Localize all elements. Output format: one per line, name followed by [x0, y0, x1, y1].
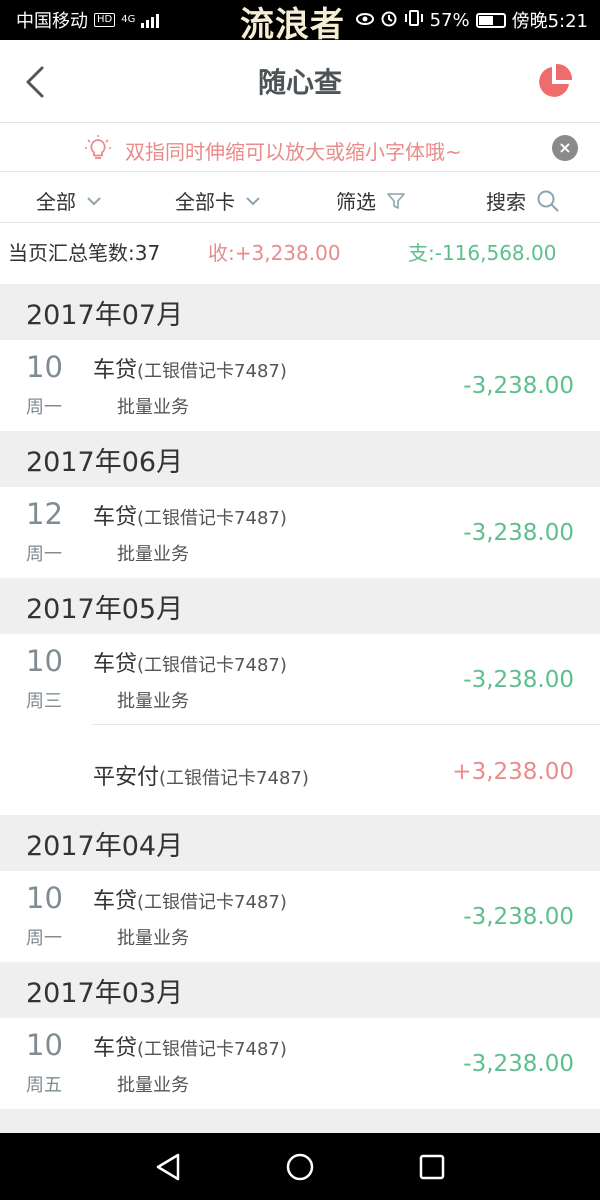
transaction-list: 2017年07月 10 周一 车贷(工银借记卡7487) 批量业务 -3,238…: [0, 284, 600, 1139]
transaction-title: 车贷(工银借记卡7487): [93, 499, 287, 531]
app-header: 随心查: [0, 40, 600, 123]
hd-badge: HD: [94, 13, 116, 27]
filter-cards-label: 全部卡: [175, 190, 235, 214]
transaction-name: 车贷: [93, 1036, 138, 1061]
transaction-weekday: 周五: [26, 1075, 62, 1096]
month-header: 2017年07月: [0, 284, 600, 340]
transaction-card: (工银借记卡7487): [137, 892, 287, 913]
month-header: 2017年04月: [0, 815, 600, 871]
filter-button[interactable]: 筛选: [336, 186, 406, 215]
chevron-down-icon: [87, 196, 101, 205]
pie-chart-icon[interactable]: [534, 62, 574, 102]
summary-expense: 支:-116,568.00: [408, 241, 557, 265]
transaction-title: 车贷(工银借记卡7487): [93, 646, 287, 678]
transaction-row[interactable]: 10 周五 车贷(工银借记卡7487) 批量业务 -3,238.00: [0, 1018, 600, 1109]
status-bar: 中国移动 HD 4G 流浪者 57% 傍晚5:21: [0, 0, 600, 45]
page-summary: 当页汇总笔数:37 收:+3,238.00 支:-116,568.00: [0, 224, 600, 284]
transaction-card: (工银借记卡7487): [137, 361, 287, 382]
month-header: 2017年03月: [0, 962, 600, 1018]
month-header: 2017年06月: [0, 431, 600, 487]
transaction-type: 批量业务: [117, 928, 189, 949]
transaction-type: 批量业务: [117, 691, 189, 712]
transaction-row[interactable]: 10 周一 车贷(工银借记卡7487) 批量业务 -3,238.00: [0, 871, 600, 962]
transaction-name: 车贷: [93, 889, 138, 914]
transaction-card: (工银借记卡7487): [137, 508, 287, 529]
search-label: 搜索: [486, 190, 526, 214]
transaction-name: 车贷: [93, 358, 138, 383]
tip-banner: 双指同时伸缩可以放大或缩小字体哦~ ×: [0, 124, 600, 172]
signal-icon: [141, 12, 160, 28]
funnel-icon: [387, 192, 405, 209]
transaction-amount: +3,238.00: [452, 759, 574, 785]
system-nav-bar: [0, 1133, 600, 1200]
search-button[interactable]: 搜索: [486, 186, 560, 215]
transaction-type: 批量业务: [117, 1075, 189, 1096]
transaction-card: (工银借记卡7487): [159, 768, 309, 789]
transaction-card: (工银借记卡7487): [137, 655, 287, 676]
vibrate-icon: [404, 9, 424, 32]
filter-label: 筛选: [336, 190, 376, 214]
recents-square-icon[interactable]: [414, 1149, 450, 1185]
chevron-down-icon: [246, 196, 260, 205]
transaction-amount: -3,238.00: [463, 373, 574, 399]
transaction-title: 平安付(工银借记卡7487): [93, 759, 309, 791]
alarm-icon: [380, 9, 398, 32]
transaction-title: 车贷(工银借记卡7487): [93, 352, 287, 384]
transaction-day: 12: [26, 497, 63, 531]
eye-icon: [355, 10, 374, 31]
home-circle-icon[interactable]: [282, 1149, 318, 1185]
search-icon: [537, 190, 559, 212]
chevron-left-icon[interactable]: [20, 62, 50, 102]
transaction-row[interactable]: 平安付(工银借记卡7487) +3,238.00: [0, 725, 600, 815]
transaction-weekday: 周一: [26, 928, 62, 949]
transaction-day: 10: [26, 350, 63, 384]
network-type: 4G: [121, 14, 136, 25]
transaction-name: 车贷: [93, 505, 138, 530]
back-triangle-icon[interactable]: [150, 1149, 186, 1185]
transaction-name: 平安付: [93, 765, 160, 790]
month-header: 2017年05月: [0, 578, 600, 634]
transaction-weekday: 周三: [26, 691, 62, 712]
transaction-name: 车贷: [93, 652, 138, 677]
filter-bar: 全部 全部卡 筛选 搜索: [0, 173, 600, 223]
transaction-day: 10: [26, 1028, 63, 1062]
transaction-weekday: 周一: [26, 397, 62, 418]
transaction-amount: -3,238.00: [463, 667, 574, 693]
clock-time: 傍晚5:21: [511, 11, 588, 32]
transaction-day: 10: [26, 644, 63, 678]
transaction-row[interactable]: 10 周一 车贷(工银借记卡7487) 批量业务 -3,238.00: [0, 340, 600, 431]
transaction-row[interactable]: 10 周三 车贷(工银借记卡7487) 批量业务 -3,238.00: [0, 634, 600, 725]
transaction-day: 10: [26, 881, 63, 915]
page-title: 随心查: [257, 66, 342, 99]
transaction-row[interactable]: 12 周一 车贷(工银借记卡7487) 批量业务 -3,238.00: [0, 487, 600, 578]
transaction-amount: -3,238.00: [463, 1051, 574, 1077]
battery-percent: 57%: [429, 9, 470, 31]
close-icon[interactable]: ×: [552, 135, 578, 161]
transaction-title: 车贷(工银借记卡7487): [93, 1030, 287, 1062]
lightbulb-icon: [85, 135, 111, 159]
transaction-title: 车贷(工银借记卡7487): [93, 883, 287, 915]
transaction-amount: -3,238.00: [463, 520, 574, 546]
summary-income: 收:+3,238.00: [208, 241, 341, 265]
summary-count: 当页汇总笔数:37: [8, 241, 161, 265]
tip-text: 双指同时伸缩可以放大或缩小字体哦~: [125, 140, 462, 164]
transaction-amount: -3,238.00: [463, 904, 574, 930]
filter-all-dropdown[interactable]: 全部: [36, 186, 102, 215]
battery-icon: [475, 12, 506, 28]
transaction-card: (工银借记卡7487): [137, 1039, 287, 1060]
transaction-weekday: 周一: [26, 544, 62, 565]
carrier-name: 中国移动: [16, 11, 88, 32]
filter-all-label: 全部: [36, 190, 76, 214]
filter-cards-dropdown[interactable]: 全部卡: [175, 186, 261, 215]
transaction-type: 批量业务: [117, 544, 189, 565]
transaction-type: 批量业务: [117, 397, 189, 418]
